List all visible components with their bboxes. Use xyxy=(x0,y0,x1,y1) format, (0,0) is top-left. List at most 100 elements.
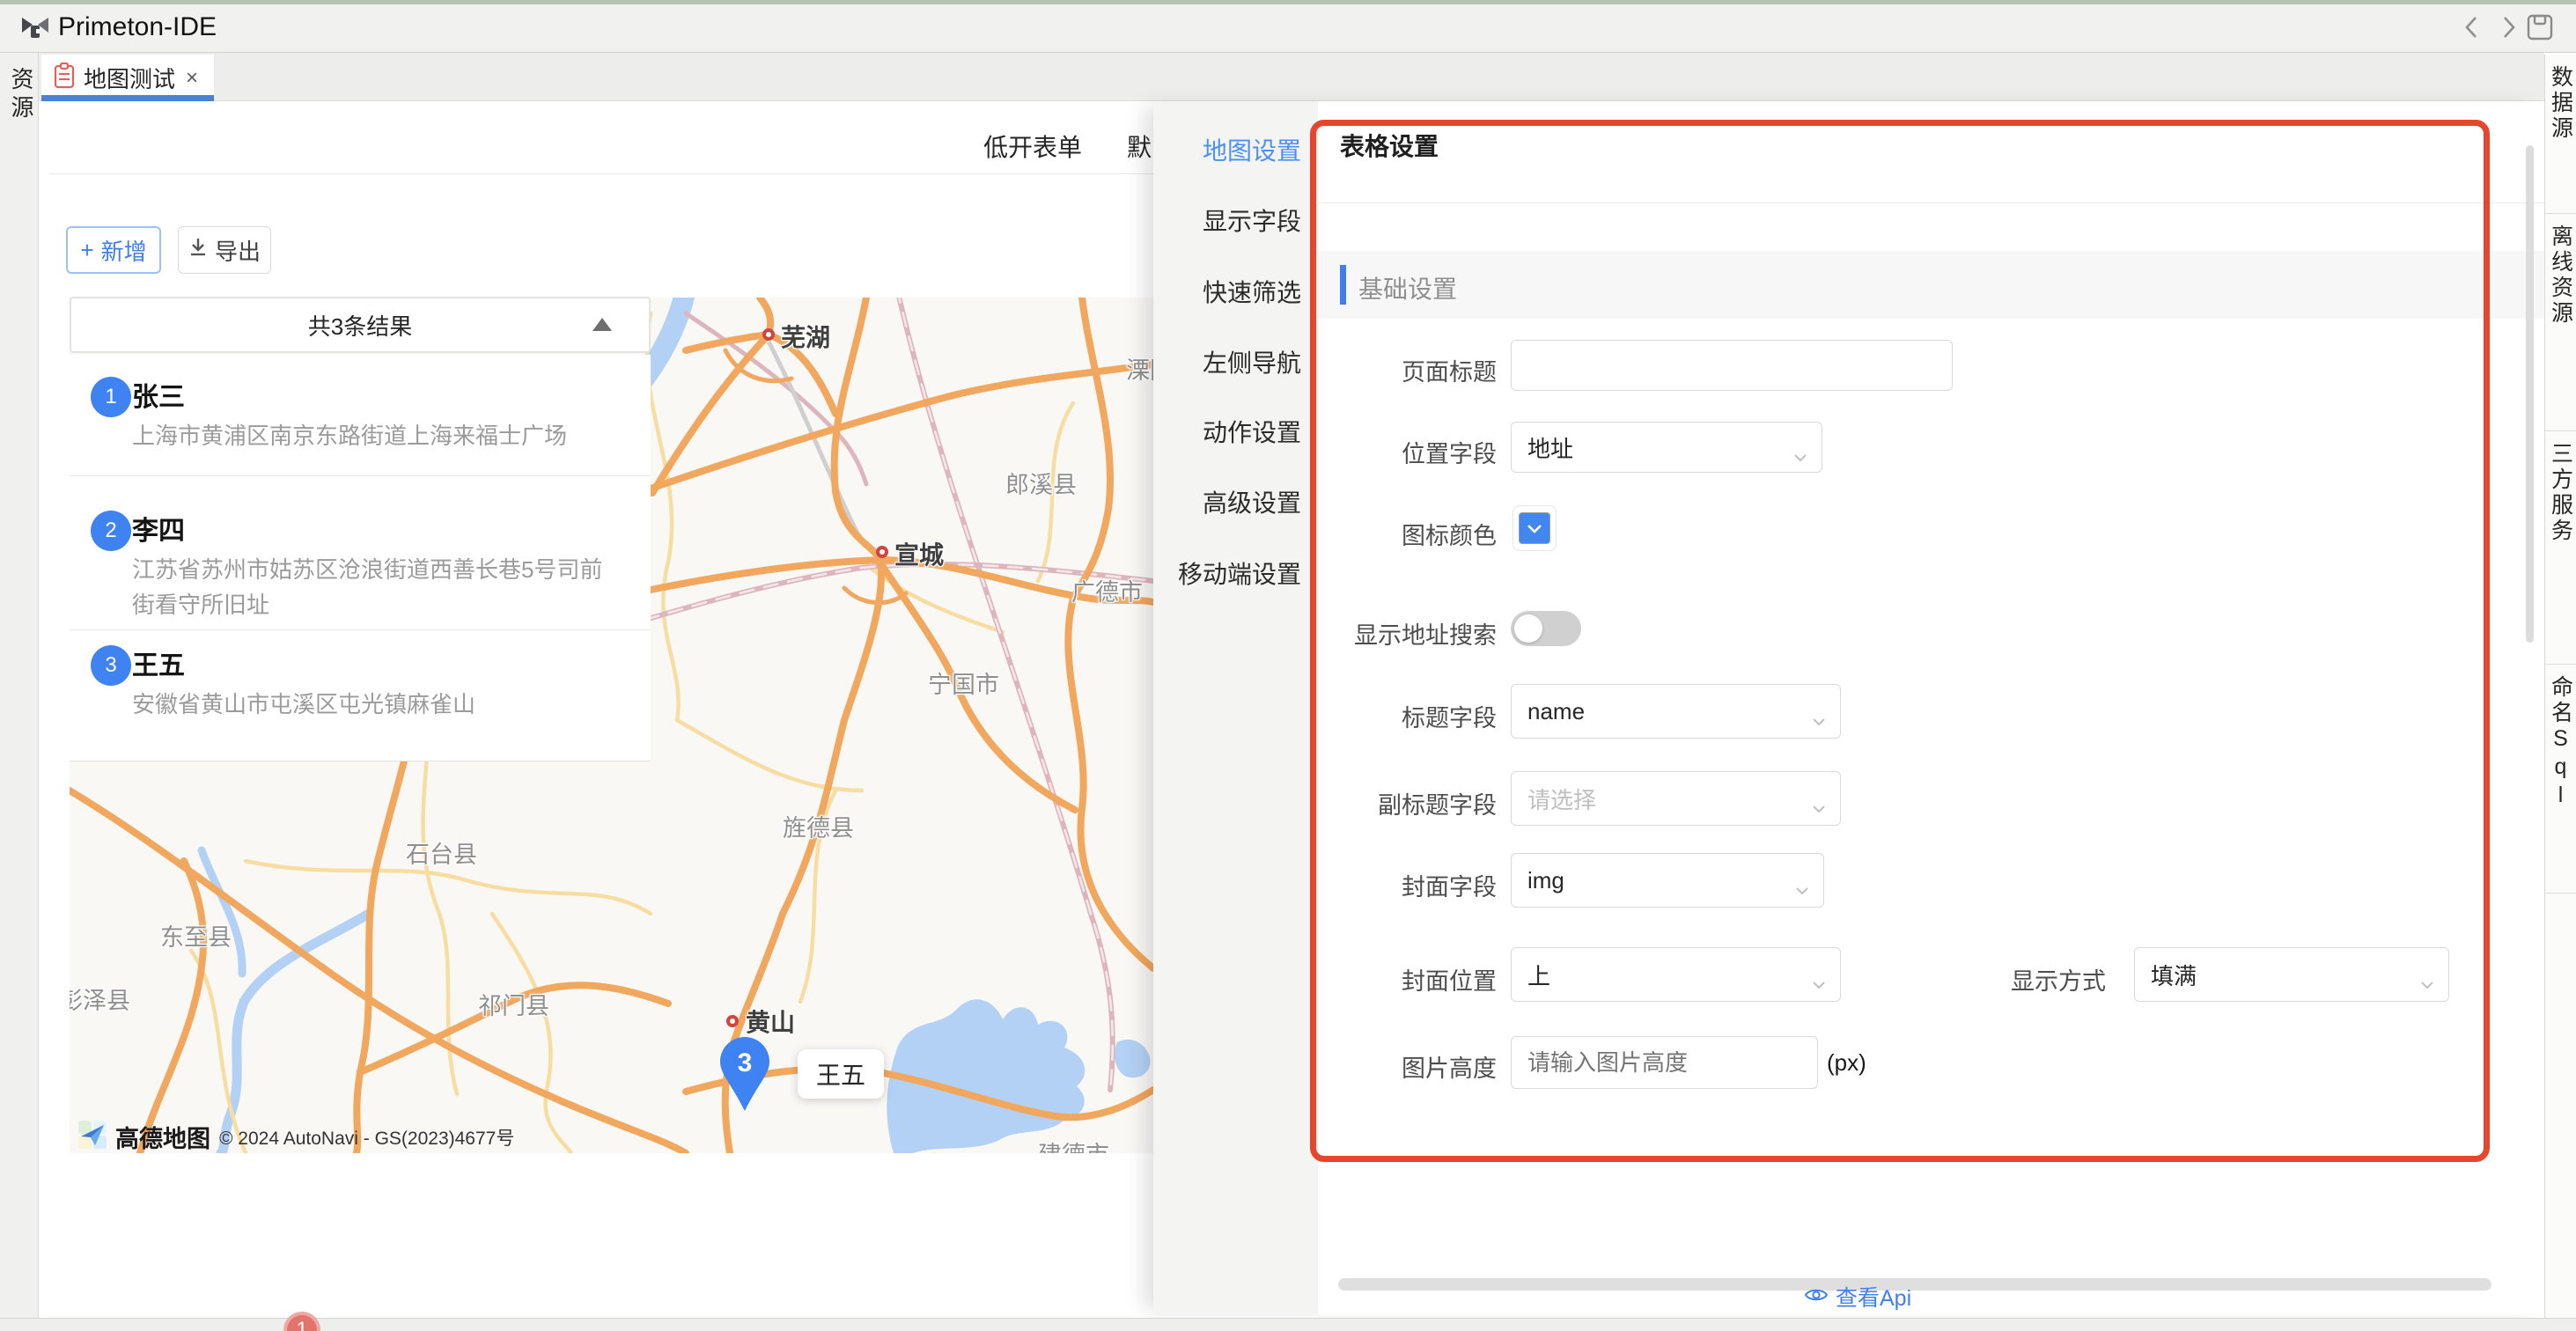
field-label-display-mode: 显示方式 xyxy=(1927,962,2106,996)
field-label-cover-position: 封面位置 xyxy=(1318,962,1497,996)
chevron-down-icon xyxy=(1812,705,1826,732)
px-unit-suffix: (px) xyxy=(1827,1049,1866,1077)
download-icon xyxy=(188,237,208,264)
nav-forward-icon[interactable] xyxy=(2494,12,2524,42)
position-field-select[interactable]: 地址 xyxy=(1511,422,1822,473)
field-label-cover-field: 封面字段 xyxy=(1318,868,1497,902)
dock-item-named-sql[interactable]: 命名Sql xyxy=(2545,665,2576,893)
chevron-down-icon xyxy=(1795,874,1809,901)
tab-close-icon[interactable]: × xyxy=(186,66,198,91)
map-label-county: 宁国市 xyxy=(928,666,999,700)
settings-drawer: 地图设置 显示字段 快速筛选 左侧导航 动作设置 高级设置 移动端设置 表格设置… xyxy=(1153,101,2544,1315)
icon-color-picker[interactable] xyxy=(1512,505,1557,551)
chevron-down-icon xyxy=(1793,441,1807,468)
dock-item-offline-resources[interactable]: 离线资源 xyxy=(2545,214,2576,431)
page-title-input[interactable] xyxy=(1511,340,1953,391)
active-tab-indicator xyxy=(41,95,214,101)
map-attribution-text: © 2024 AutoNavi - GS(2023)4677号 xyxy=(219,1124,514,1151)
map-pin-3[interactable]: 3 xyxy=(720,1037,769,1113)
title-field-select[interactable]: name xyxy=(1511,684,1841,739)
map-label-county: 旌德县 xyxy=(783,809,854,843)
list-item-name[interactable]: 张三 xyxy=(132,375,185,414)
nav-item-advanced-settings[interactable]: 高级设置 xyxy=(1203,484,1301,519)
chevron-down-icon xyxy=(1812,968,1826,996)
dock-item-thirdparty-services[interactable]: 三方服务 xyxy=(2545,431,2576,665)
nav-item-mobile-settings[interactable]: 移动端设置 xyxy=(1178,555,1301,591)
map-label-city: 芜湖 xyxy=(781,319,830,354)
list-divider xyxy=(70,629,651,630)
view-api-link[interactable]: 查看Api xyxy=(1804,1281,1911,1313)
list-item-name[interactable]: 王五 xyxy=(132,643,185,682)
field-label-image-height: 图片高度 xyxy=(1318,1049,1497,1084)
page-header-default[interactable]: 默 xyxy=(1127,129,1152,164)
map-label-city: 宣城 xyxy=(894,536,944,571)
display-mode-select[interactable]: 填满 xyxy=(2134,947,2449,1002)
map-label-county: 郎溪县 xyxy=(1005,466,1077,500)
field-label-position-field: 位置字段 xyxy=(1318,435,1497,469)
table-settings-panel: 表格设置 基础设置 页面标题 位置字段 地址 图标颜色 xyxy=(1318,101,2544,1315)
map-pin-label[interactable]: 王五 xyxy=(798,1049,884,1099)
results-summary-header[interactable]: 共3条结果 xyxy=(70,297,651,353)
page-header-low-code-form[interactable]: 低开表单 xyxy=(983,129,1082,164)
nav-item-display-fields[interactable]: 显示字段 xyxy=(1203,202,1301,238)
map-label-county: 石台县 xyxy=(406,835,477,870)
field-label-subtitle-field: 副标题字段 xyxy=(1318,786,1497,820)
dock-item-datasource[interactable]: 数据源 xyxy=(2545,55,2576,214)
app-logo-icon xyxy=(19,11,51,48)
image-height-input[interactable] xyxy=(1511,1036,1818,1089)
field-label-show-address-search: 显示地址搜索 xyxy=(1318,616,1497,651)
city-dot-xuancheng xyxy=(876,546,888,558)
titlebar: Primeton-IDE xyxy=(0,0,2576,53)
list-item-number: 2 xyxy=(91,511,131,551)
settings-nav: 地图设置 显示字段 快速筛选 左侧导航 动作设置 高级设置 移动端设置 xyxy=(1153,101,1318,1315)
tab-strip: 地图测试 × xyxy=(39,53,2544,101)
nav-item-action-settings[interactable]: 动作设置 xyxy=(1203,414,1301,449)
dock-item-resources[interactable]: 资源 xyxy=(0,67,38,123)
app-title: Primeton-IDE xyxy=(58,12,217,42)
chevron-down-icon xyxy=(1812,792,1826,820)
svg-text:3: 3 xyxy=(738,1048,753,1077)
map-label-county: 溧阳 xyxy=(1126,351,1153,386)
page-header-divider xyxy=(49,173,1153,174)
bottom-strip xyxy=(0,1318,2576,1331)
list-item-name[interactable]: 李四 xyxy=(132,509,185,548)
list-item-number: 3 xyxy=(91,645,131,686)
export-button[interactable]: 导出 xyxy=(178,226,271,274)
show-address-search-toggle[interactable] xyxy=(1511,611,1581,646)
nav-item-quick-filter[interactable]: 快速筛选 xyxy=(1203,274,1301,309)
nav-item-map-settings[interactable]: 地图设置 xyxy=(1203,132,1301,167)
cover-field-select[interactable]: img xyxy=(1511,853,1824,908)
map-attribution: 高德地图 © 2024 AutoNavi - GS(2023)4677号 xyxy=(78,1120,514,1153)
city-dot-huangshan xyxy=(726,1015,739,1027)
vertical-scrollbar[interactable] xyxy=(2526,145,2534,643)
map-label-county: 彭泽县 xyxy=(70,982,130,1016)
document-icon xyxy=(54,63,75,93)
map-label-county: 广德市 xyxy=(1071,573,1143,607)
save-icon[interactable] xyxy=(2525,12,2555,42)
add-button[interactable]: + 新增 xyxy=(66,226,161,274)
map-label-county: 祁门县 xyxy=(478,987,549,1021)
notification-badge[interactable]: 1 xyxy=(283,1312,320,1331)
chevron-down-icon xyxy=(2420,968,2434,996)
plus-icon: + xyxy=(80,237,93,264)
color-swatch xyxy=(1519,512,1550,544)
field-label-page-title: 页面标题 xyxy=(1318,353,1497,387)
right-dock: 数据源 离线资源 三方服务 命名Sql xyxy=(2544,55,2576,1318)
nav-item-left-nav[interactable]: 左侧导航 xyxy=(1203,344,1301,379)
map-label-city: 黄山 xyxy=(746,1004,795,1039)
map-attribution-brand: 高德地图 xyxy=(115,1120,210,1153)
nav-back-icon[interactable] xyxy=(2456,12,2486,42)
section-accent-bar xyxy=(1340,265,1346,305)
eye-icon xyxy=(1804,1284,1829,1310)
list-divider xyxy=(70,475,651,476)
collapse-triangle-icon[interactable] xyxy=(592,318,612,331)
subtitle-field-select[interactable]: 请选择 xyxy=(1511,771,1841,826)
list-item-address: 上海市黄浦区南京东路街道上海来福士广场 xyxy=(132,418,612,453)
list-item-address: 安徽省黄山市屯溪区屯光镇麻雀山 xyxy=(132,687,612,722)
panel-divider xyxy=(1318,202,2544,203)
horizontal-scrollbar[interactable] xyxy=(1338,1278,2491,1291)
list-item-number: 1 xyxy=(91,377,131,417)
map-label-county: 东至县 xyxy=(160,918,232,952)
cover-position-select[interactable]: 上 xyxy=(1511,947,1841,1002)
map-label-county: 建德市 xyxy=(1038,1136,1109,1153)
